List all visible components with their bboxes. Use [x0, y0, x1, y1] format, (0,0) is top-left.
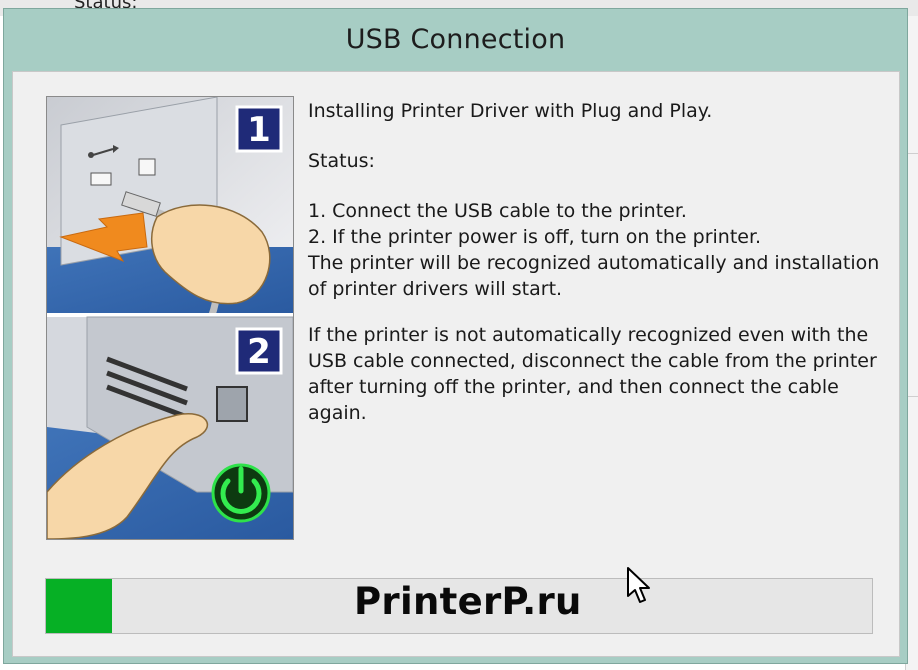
- instruction-line: of printer drivers will start.: [308, 278, 563, 300]
- power-icon: [211, 463, 271, 523]
- note-line: again.: [308, 402, 367, 424]
- instruction-line: 2. If the printer power is off, turn on …: [308, 226, 762, 248]
- troubleshooting-note: If the printer is not automatically reco…: [308, 322, 888, 426]
- step-1-badge: 1: [235, 105, 283, 153]
- status-instructions: 1. Connect the USB cable to the printer.…: [308, 198, 888, 302]
- instruction-line: 1. Connect the USB cable to the printer.: [308, 200, 687, 222]
- instructions-text: Installing Printer Driver with Plug and …: [308, 98, 888, 426]
- status-label: Status:: [308, 150, 375, 172]
- dialog-content: 1 2 Installing Printer Driver with Plug …: [12, 71, 900, 657]
- usb-connection-dialog: USB Connection 1 2 Installing Printer Dr…: [3, 8, 908, 664]
- note-line: USB cable connected, disconnect the cabl…: [308, 350, 877, 372]
- step-1-number: 1: [247, 110, 271, 150]
- progress-fill: [46, 579, 113, 633]
- step-2-badge: 2: [235, 327, 283, 375]
- note-line: If the printer is not automatically reco…: [308, 324, 869, 346]
- note-line: after turning off the printer, and then …: [308, 376, 839, 398]
- intro-text: Installing Printer Driver with Plug and …: [308, 100, 713, 122]
- instruction-line: The printer will be recognized automatic…: [308, 252, 880, 274]
- connection-illustration: 1 2: [46, 96, 294, 540]
- step-2-number: 2: [247, 332, 271, 372]
- dialog-title: USB Connection: [345, 24, 566, 55]
- mouse-cursor-icon: [626, 566, 652, 610]
- watermark: PrinterP.ru: [354, 580, 582, 623]
